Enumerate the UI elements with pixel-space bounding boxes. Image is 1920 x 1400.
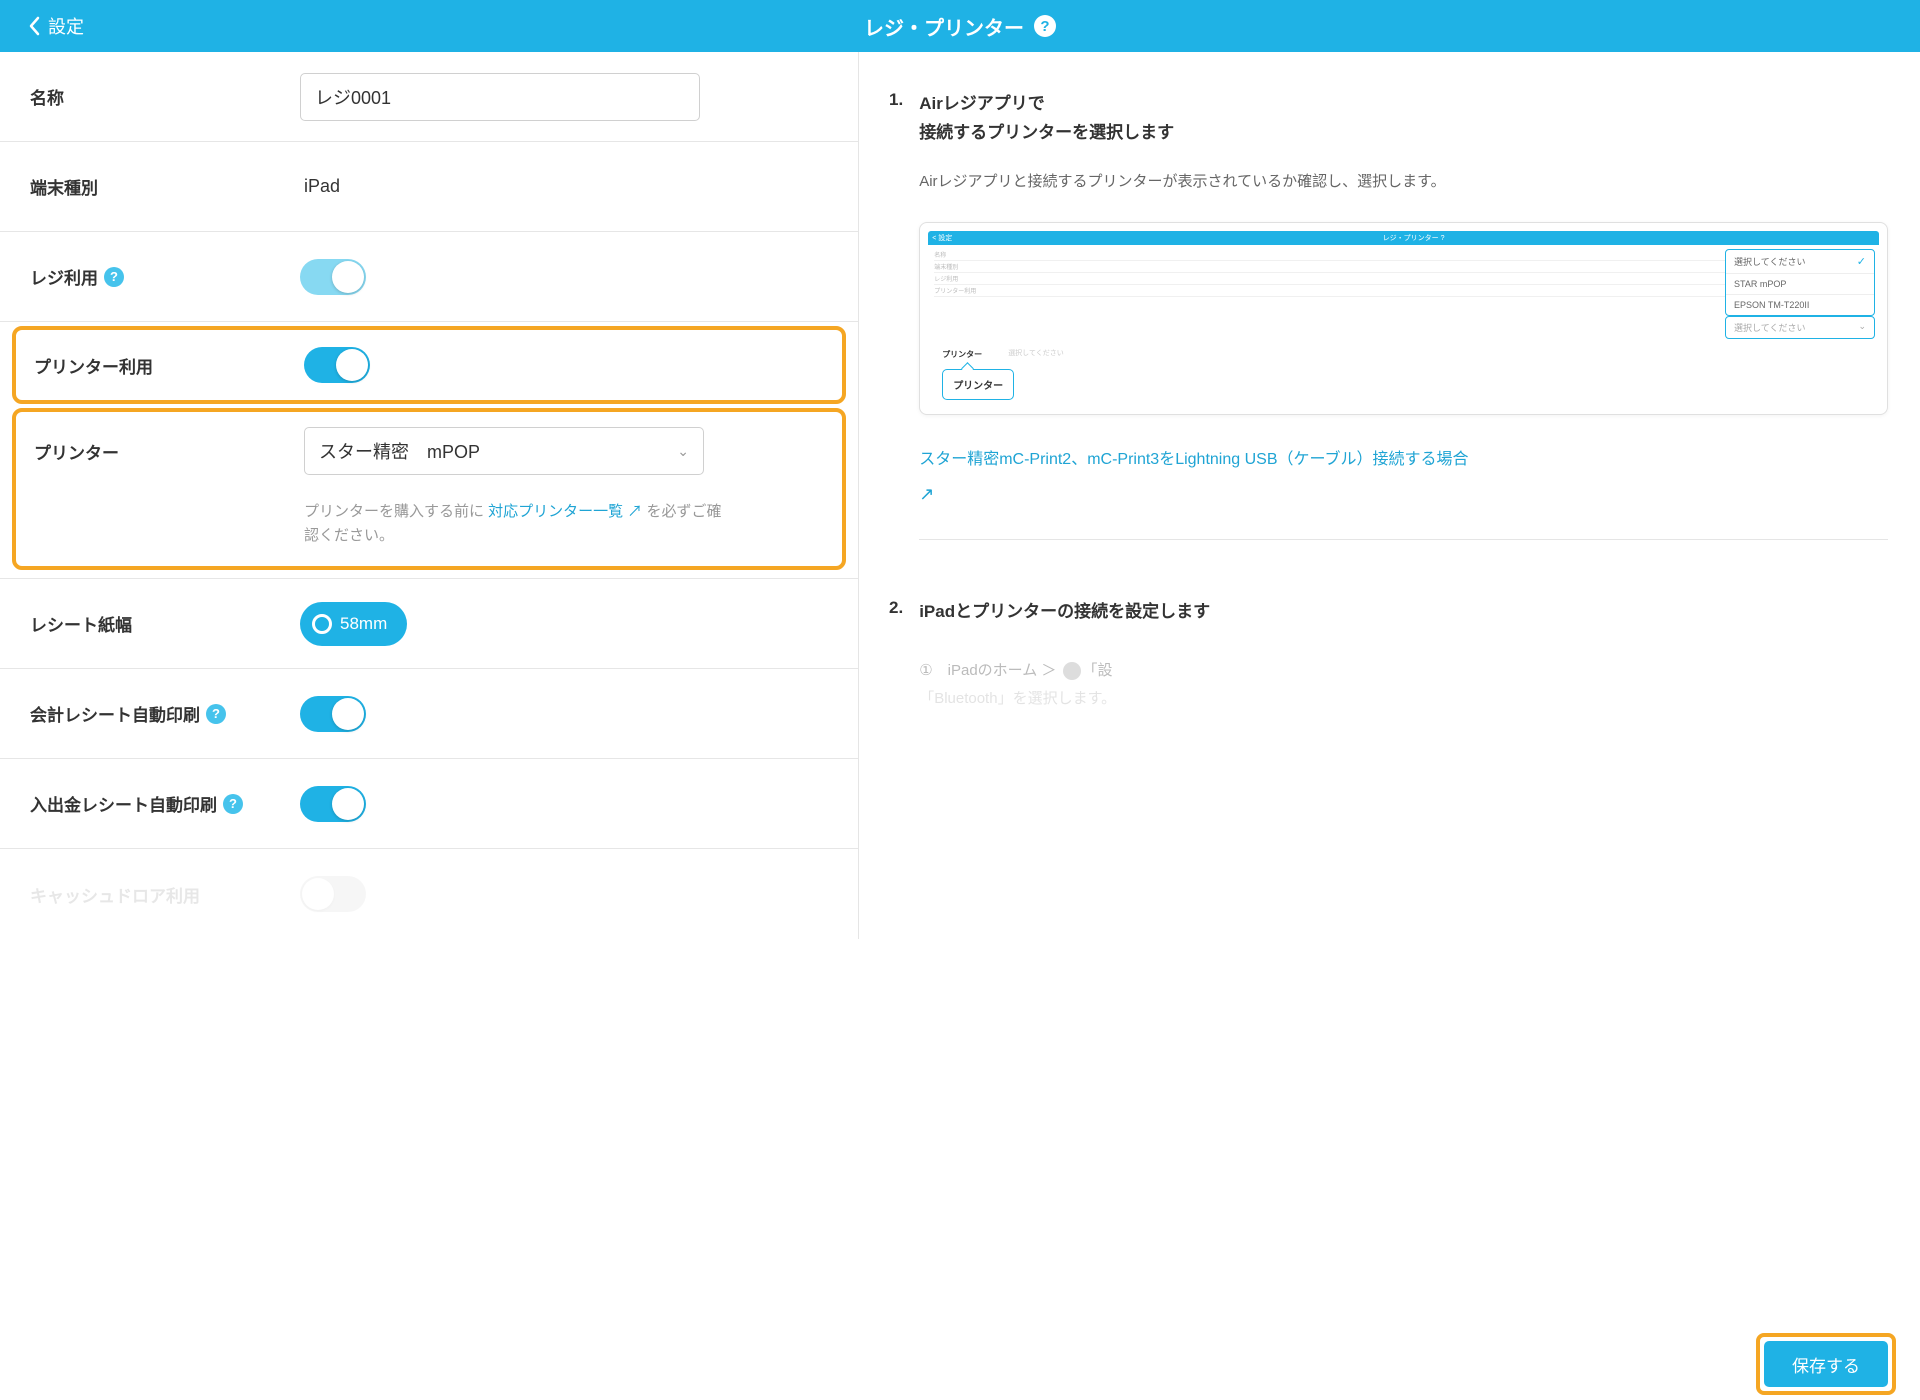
step-description: Airレジアプリと接続するプリンターが表示されているか確認し、選択します。 (919, 168, 1888, 197)
settings-form: 名称 端末種別 iPad レジ利用? プリンター利用 プリンター (0, 52, 858, 939)
page-title: レジ・プリンター ? (864, 12, 1056, 41)
receipt-width-58mm[interactable]: 58mm (300, 602, 407, 646)
row-auto-print-cash: 入出金レシート自動印刷? (0, 759, 858, 849)
toggle-register-use[interactable] (300, 259, 366, 295)
toggle-auto-print-receipt[interactable] (300, 696, 366, 732)
supported-printers-link[interactable]: 対応プリンター一覧 ↗ (488, 503, 642, 520)
instruction-step-1: 1. Airレジアプリで 接続するプリンターを選択します Airレジアプリと接続… (889, 90, 1888, 574)
label-device-type: 端末種別 (30, 174, 300, 199)
printer-selected-value: スター精密 mPOP (319, 438, 480, 464)
step-faded-text: ① iPadのホーム ＞ 「設 「Bluetooth」を選択します。 (919, 657, 1888, 714)
instruction-diagram: < 設定レジ・プリンター ? 名称 端末種別 レジ利用 プリンター利用 選択して… (919, 222, 1888, 415)
row-receipt-width: レシート紙幅 58mm (0, 579, 858, 669)
label-cash-drawer: キャッシュドロア利用 (30, 882, 300, 907)
label-receipt-width: レシート紙幅 (30, 611, 300, 636)
chevron-left-icon (28, 16, 40, 36)
label-printer: プリンター (34, 439, 304, 464)
row-device-type: 端末種別 iPad (0, 142, 858, 232)
row-printer: プリンター スター精密 mPOP ⌄ (16, 412, 842, 490)
gear-icon (1063, 662, 1081, 680)
diagram-callout: プリンター (942, 369, 1014, 400)
help-icon[interactable]: ? (206, 704, 226, 724)
diagram-dropdown: 選択してください✓ STAR mPOP EPSON TM-T220II (1725, 249, 1875, 316)
toggle-cash-drawer[interactable] (300, 876, 366, 912)
toggle-printer-use[interactable] (304, 347, 370, 383)
save-button[interactable]: 保存する (1764, 1341, 1888, 1387)
usb-connection-link[interactable]: スター精密mC-Print2、mC-Print3をLightning USB（ケ… (919, 445, 1888, 475)
external-link-icon: ↗ (623, 503, 642, 520)
row-cash-drawer: キャッシュドロア利用 (0, 849, 858, 939)
row-name: 名称 (0, 52, 858, 142)
radio-icon (312, 614, 332, 634)
instructions-panel: 1. Airレジアプリで 接続するプリンターを選択します Airレジアプリと接続… (858, 52, 1920, 939)
help-icon[interactable]: ? (1034, 15, 1056, 37)
label-printer-use: プリンター利用 (34, 353, 304, 378)
name-input[interactable] (300, 73, 700, 121)
row-printer-use: プリンター利用 (16, 330, 842, 400)
label-auto-print-cash: 入出金レシート自動印刷? (30, 791, 300, 816)
app-header: 設定 レジ・プリンター ? (0, 0, 1920, 52)
diagram-select: 選択してください⌄ (1725, 316, 1875, 339)
back-label: 設定 (48, 13, 84, 39)
back-button[interactable]: 設定 (28, 13, 84, 39)
label-auto-print-receipt: 会計レシート自動印刷? (30, 701, 300, 726)
printer-hint: プリンターを購入する前に 対応プリンター一覧 ↗ を必ずご確認ください。 (304, 500, 724, 548)
step-title: iPadとプリンターの接続を設定します (919, 598, 1888, 627)
label-register-use: レジ利用? (30, 264, 300, 289)
toggle-auto-print-cash[interactable] (300, 786, 366, 822)
highlight-printer-select: プリンター スター精密 mPOP ⌄ プリンターを購入する前に 対応プリンター一… (12, 408, 846, 570)
step-title: Airレジアプリで 接続するプリンターを選択します (919, 90, 1888, 148)
help-icon[interactable]: ? (223, 794, 243, 814)
highlight-printer-use: プリンター利用 (12, 326, 846, 404)
footer-bar: 保存する (0, 1328, 1920, 1400)
step-number: 2. (889, 598, 903, 714)
row-register-use: レジ利用? (0, 232, 858, 322)
step-number: 1. (889, 90, 903, 574)
save-button-highlight: 保存する (1756, 1333, 1896, 1395)
label-name: 名称 (30, 84, 300, 109)
external-link-icon: ↗ (919, 484, 934, 505)
row-auto-print-receipt: 会計レシート自動印刷? (0, 669, 858, 759)
printer-select[interactable]: スター精密 mPOP ⌄ (304, 427, 704, 475)
instruction-step-2: 2. iPadとプリンターの接続を設定します ① iPadのホーム ＞ 「設 「… (889, 598, 1888, 714)
chevron-down-icon: ⌄ (677, 443, 689, 460)
help-icon[interactable]: ? (104, 267, 124, 287)
device-type-value: iPad (300, 176, 340, 196)
